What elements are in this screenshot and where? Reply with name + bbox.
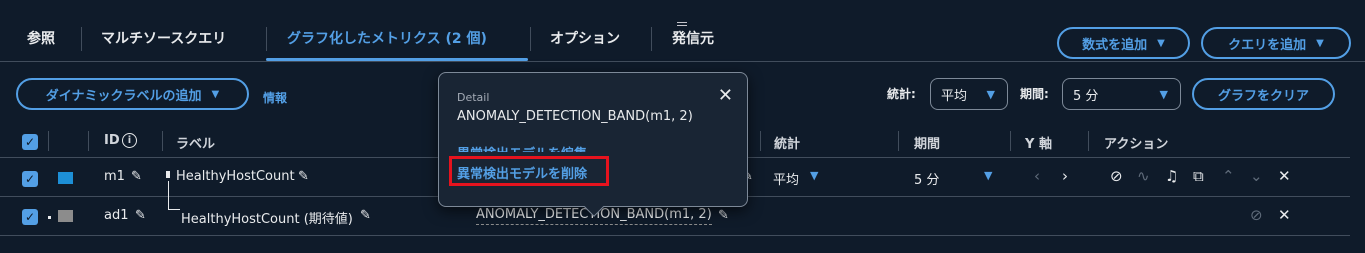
tab-divider	[81, 27, 82, 51]
popover-header: Detail	[457, 91, 490, 104]
period-select[interactable]: 5 分 ▼	[1062, 78, 1181, 110]
tab-graphed-metrics[interactable]: グラフ化したメトリクス (2 個)	[287, 28, 487, 48]
row-stat-select[interactable]: 平均	[773, 169, 799, 188]
add-math-label: 数式を追加	[1082, 37, 1148, 53]
tab-multi-source-query[interactable]: マルチソースクエリ	[101, 28, 226, 48]
chevron-right-icon[interactable]: ›	[1062, 167, 1068, 185]
add-query-button[interactable]: クエリを追加 ▼	[1201, 27, 1351, 59]
column-divider	[760, 131, 761, 151]
chevron-left-icon[interactable]: ‹	[1034, 167, 1040, 185]
detail-popover: Detail ✕ ANOMALY_DETECTION_BAND(m1, 2) 異…	[438, 72, 748, 217]
column-divider	[48, 131, 49, 151]
row-checkbox[interactable]: ✓	[22, 209, 38, 225]
highlight-annotation	[449, 156, 609, 186]
stat-select[interactable]: 平均 ▼	[930, 78, 1008, 110]
caret-down-icon: ▼	[1157, 37, 1165, 49]
column-divider	[162, 131, 163, 151]
column-divider	[1088, 131, 1089, 151]
close-icon[interactable]: ✕	[1278, 206, 1291, 224]
bullet-icon	[48, 216, 51, 219]
header-label: ラベル	[176, 137, 216, 152]
row-id: m1	[104, 169, 125, 184]
series-color-swatch[interactable]	[58, 210, 73, 222]
info-link[interactable]: 情報	[263, 89, 287, 106]
tree-connector	[168, 181, 169, 209]
edit-id-icon[interactable]: ✎	[135, 208, 146, 223]
caret-down-icon[interactable]: ▼	[984, 169, 992, 182]
column-divider	[1010, 131, 1011, 151]
row-label: HealthyHostCount	[176, 169, 295, 184]
row-period-select[interactable]: 5 分	[914, 169, 939, 188]
close-icon[interactable]: ✕	[718, 85, 733, 106]
compass-icon[interactable]: ⊘	[1110, 167, 1123, 185]
row-id: ad1	[104, 208, 129, 223]
period-select-value: 5 分	[1073, 88, 1099, 104]
header-period: 期間	[914, 137, 941, 152]
edit-details-icon[interactable]: ✎	[718, 208, 729, 223]
caret-down-icon: ▼	[986, 87, 995, 101]
stat-select-value: 平均	[941, 88, 968, 104]
compass-icon[interactable]: ⊘	[1250, 206, 1263, 224]
chevron-down-icon[interactable]: ⌄	[1250, 167, 1263, 185]
copy-icon[interactable]: ⧉	[1193, 167, 1204, 185]
add-dynamic-label-button[interactable]: ダイナミックラベルの追加 ▼	[16, 78, 249, 110]
edit-anomaly-model-link[interactable]: 異常検出モデルを編集	[457, 143, 587, 152]
column-divider	[898, 131, 899, 151]
header-id: ID	[104, 133, 120, 148]
active-tab-indicator	[266, 58, 528, 61]
drag-handle-icon[interactable]	[677, 22, 687, 26]
clear-graph-button[interactable]: グラフをクリア	[1192, 78, 1335, 110]
tab-divider	[651, 27, 652, 51]
period-label: 期間:	[1020, 87, 1049, 101]
header-actions: アクション	[1104, 137, 1169, 152]
add-query-label: クエリを追加	[1228, 37, 1307, 53]
chevron-up-icon[interactable]: ⌃	[1222, 167, 1235, 185]
stat-label: 統計:	[887, 87, 916, 101]
tab-browse[interactable]: 参照	[27, 28, 55, 48]
clear-graph-label: グラフをクリア	[1217, 88, 1309, 104]
add-math-button[interactable]: 数式を追加 ▼	[1057, 27, 1190, 59]
tab-options[interactable]: オプション	[550, 28, 620, 48]
add-dynamic-label-label: ダイナミックラベルの追加	[45, 88, 202, 104]
tab-divider	[530, 27, 531, 51]
series-color-swatch[interactable]	[58, 172, 73, 184]
caret-down-icon: ▼	[1159, 87, 1168, 101]
row-label: HealthyHostCount (期待値)	[181, 212, 353, 227]
edit-id-icon[interactable]: ✎	[131, 169, 142, 184]
pulse-icon[interactable]: ∿	[1137, 167, 1150, 185]
info-icon[interactable]: i	[122, 133, 137, 148]
header-stat: 統計	[774, 137, 801, 152]
caret-down-icon[interactable]: ▼	[810, 169, 818, 182]
caret-down-icon: ▼	[1316, 37, 1324, 49]
tab-source[interactable]: 発信元	[672, 28, 714, 48]
select-all-checkbox[interactable]: ✓	[22, 134, 38, 150]
bell-icon[interactable]: ♫	[1165, 167, 1178, 185]
tree-node-icon	[166, 171, 170, 178]
column-divider	[88, 131, 89, 151]
row-checkbox[interactable]: ✓	[22, 171, 38, 187]
edit-label-icon[interactable]: ✎	[298, 169, 309, 184]
edit-label-icon[interactable]: ✎	[360, 208, 371, 223]
header-y-axis: Y 軸	[1025, 137, 1052, 152]
close-icon[interactable]: ✕	[1278, 167, 1291, 185]
caret-down-icon: ▼	[211, 88, 220, 100]
popover-expression: ANOMALY_DETECTION_BAND(m1, 2)	[457, 109, 693, 124]
tree-connector	[168, 209, 180, 210]
tab-divider	[266, 27, 267, 51]
